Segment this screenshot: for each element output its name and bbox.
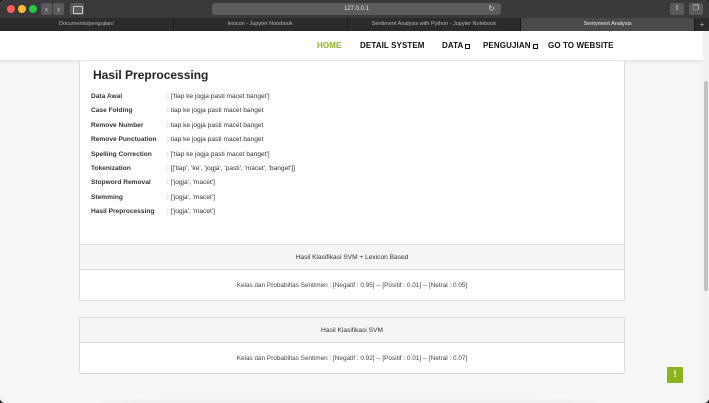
row-value: : ['tiap ke jogja pasti macet banget'] [167,93,270,100]
row-value: : ['jogja', 'macet'] [167,193,215,201]
address-bar[interactable]: 127.0.0.1 ↻ [212,3,501,15]
dropdown-caret-icon [465,43,471,49]
row-label: Stemming [91,193,123,201]
row-value: : [['tiap', 'ke', 'jogja', 'pasti', 'mac… [167,164,295,172]
tab-documents[interactable]: Documents/pengujian/ [0,18,174,31]
result-probabilities: Kelas dan Probabiltas Sentimen : [Negati… [236,282,468,289]
row-label: Hasil Preprocessing [91,208,155,216]
nav-home[interactable]: HOME [317,41,341,50]
row-label: Remove Punctuation [91,136,157,144]
footer-shadow [100,397,600,403]
row-value: : ['jogja', 'macet'] [167,179,215,187]
tab-strip: Documents/pengujian/ lexicon - Jupyter N… [0,18,709,31]
back-to-top-button[interactable]: ! [667,367,683,383]
nav-pengujian-dropdown[interactable]: PENGUJIAN [483,41,538,50]
row-label: Remove Number [91,121,144,129]
reload-icon[interactable]: ↻ [488,3,495,15]
row-value: : ['tiap ke jogja pasti macet banget'] [167,150,270,158]
tab-sentyment-analysis[interactable]: Sentyment Analysis [521,18,695,31]
share-icon[interactable]: ⇧ [670,3,684,15]
scrollbar-thumb[interactable] [704,81,708,291]
tab-overview-icon[interactable]: ❐ [689,3,703,15]
row-label: Tokenization [91,164,131,172]
row-label: Spelling Correction [91,150,152,158]
row-value: : ['jogja', 'macet'] [167,208,215,216]
preprocessing-card: Hasil Preprocessing Data Awal : ['tiap ke… [79,61,625,260]
url-text: 127.0.0.1 [343,6,370,12]
close-window-button[interactable] [7,5,15,13]
browser-window: ‹ › 127.0.0.1 ↻ ⇧ ❐ Documents/pengujian/… [0,0,709,403]
new-tab-icon[interactable]: + [695,18,709,31]
row-value: : tiap ke jogja pasti macet banget [167,121,264,129]
top-navigation: HOME DETAIL SYSTEM DATA PENGUJIAN GO TO … [0,31,703,61]
row-value: : tiap ke jogja pasti macet banget [167,107,264,115]
svm-result-card: Hasil Klasifikasi SVM Kelas dan Probabil… [79,317,625,374]
tab-lexicon[interactable]: lexicon - Jupyter Notebook [174,18,348,31]
nav-pengujian-label: PENGUJIAN [483,41,531,50]
row-label: Case Folding [91,107,133,115]
result-heading: Hasil Klasifikasi SVM + Lexicon Based [80,245,624,270]
row-label: Data Awal [91,93,123,100]
forward-icon[interactable]: › [53,3,64,15]
minimize-window-button[interactable] [18,5,26,13]
row-label: Stopword Removal [91,179,151,187]
result-probabilities: Kelas dan Probabiltas Sentimen : [Negati… [236,355,468,362]
nav-data-dropdown[interactable]: DATA [442,41,471,50]
nav-go-to-website[interactable]: GO TO WEBSITE [548,41,614,50]
nav-data-label: DATA [442,41,464,50]
title-bar: ‹ › 127.0.0.1 ↻ ⇧ ❐ [0,0,709,18]
dropdown-caret-icon [532,43,538,49]
maximize-window-button[interactable] [29,5,37,13]
sidebar-toggle-icon[interactable] [70,3,84,15]
vertical-scrollbar[interactable] [703,31,709,403]
web-page: HOME DETAIL SYSTEM DATA PENGUJIAN GO TO … [0,31,703,403]
tab-sentiment-notebook[interactable]: Sentiment Analysis with Python - Jupyter… [348,18,522,31]
result-heading: Hasil Klasifikasi SVM [80,318,624,343]
row-value: : tiap ke jogja pasti macet banget [167,136,264,144]
preprocessing-title: Hasil Preprocessing [93,68,209,82]
svm-lexicon-result-card: Hasil Klasifikasi SVM + Lexicon Based Ke… [79,244,625,301]
back-icon[interactable]: ‹ [41,3,52,15]
nav-detail-system[interactable]: DETAIL SYSTEM [360,41,425,50]
